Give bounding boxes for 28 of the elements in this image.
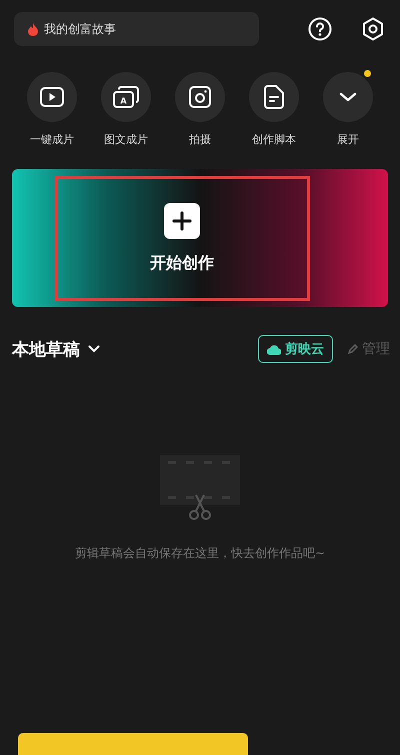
tool-button[interactable] [323,72,373,122]
chevron-down-icon [88,345,100,353]
plus-icon [164,202,200,238]
camera-icon [189,86,211,108]
search-field[interactable]: 我的创富故事 [14,12,259,46]
tool-label: 一键成片 [30,132,74,147]
create-label: 开始创作 [150,252,214,274]
search-placeholder: 我的创富故事 [44,20,116,38]
cloud-button[interactable]: 剪映云 [258,335,333,363]
settings-icon[interactable] [362,17,384,41]
tool-label: 展开 [337,132,359,147]
create-banner[interactable]: 开始创作 [12,169,388,307]
tool-label: 创作脚本 [252,132,296,147]
help-icon[interactable] [308,17,332,41]
chevron-down-icon [339,92,357,102]
play-icon [40,87,64,107]
tool-label: 拍摄 [189,132,211,147]
drafts-dropdown[interactable]: 本地草稿 [12,338,100,360]
tool-button[interactable]: A [101,72,151,122]
tool-button[interactable] [27,72,77,122]
cloud-icon [267,344,281,354]
document-icon [264,85,284,109]
tool-button[interactable] [249,72,299,122]
empty-message: 剪辑草稿会自动保存在这里，快去创作作品吧~ [74,545,326,562]
tool-label: 图文成片 [104,132,148,147]
flame-icon [28,22,38,36]
pencil-icon [347,343,359,355]
tool-button[interactable] [175,72,225,122]
